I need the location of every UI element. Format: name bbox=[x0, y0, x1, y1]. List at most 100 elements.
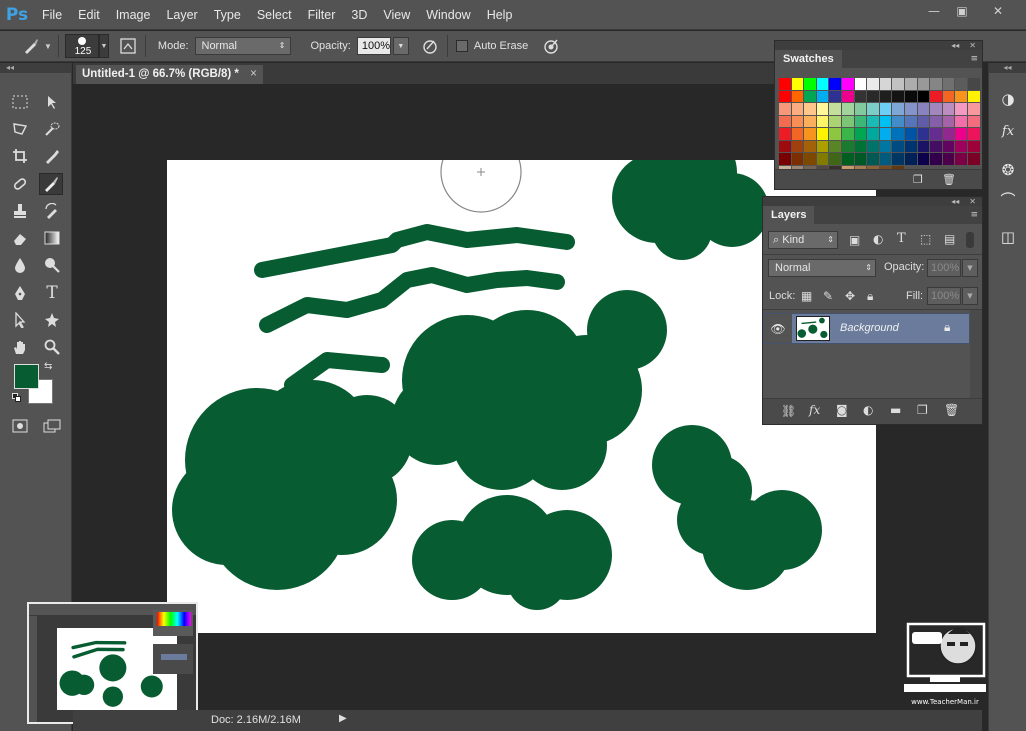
color-swatch[interactable] bbox=[867, 103, 879, 115]
color-swatch[interactable] bbox=[879, 153, 892, 165]
add-mask-icon[interactable]: ◙ bbox=[836, 403, 848, 417]
brush-panel-toggle-icon[interactable] bbox=[117, 35, 139, 57]
crop-tool-icon[interactable] bbox=[8, 145, 32, 167]
color-swatch[interactable] bbox=[791, 115, 804, 127]
color-swatch[interactable] bbox=[867, 153, 879, 165]
trash-icon[interactable]: 🗑︎ bbox=[942, 173, 956, 186]
color-swatch[interactable] bbox=[917, 128, 930, 140]
color-swatch[interactable] bbox=[967, 128, 980, 140]
menu-3d[interactable]: 3D bbox=[343, 0, 375, 30]
close-icon[interactable]: ✕ bbox=[969, 41, 976, 50]
lock-all-icon[interactable]: 🔒︎ bbox=[867, 289, 873, 304]
fill-input[interactable]: 100% bbox=[927, 287, 961, 305]
color-swatch[interactable] bbox=[930, 140, 942, 152]
auto-erase-checkbox[interactable] bbox=[455, 40, 468, 52]
color-swatch[interactable] bbox=[917, 78, 930, 90]
menu-edit[interactable]: Edit bbox=[70, 0, 108, 30]
color-swatch[interactable] bbox=[779, 90, 791, 102]
blend-mode-select[interactable]: Normal ⇕ bbox=[768, 259, 876, 277]
color-swatch[interactable] bbox=[804, 153, 816, 165]
brush-size-picker[interactable]: 125 bbox=[64, 34, 99, 58]
lock-transparent-icon[interactable]: ▦ bbox=[801, 289, 812, 303]
color-swatch[interactable] bbox=[955, 115, 967, 127]
menu-window[interactable]: Window bbox=[418, 0, 478, 30]
color-swatch[interactable] bbox=[917, 115, 930, 127]
layers-tab[interactable]: Layers bbox=[763, 206, 815, 224]
swatches-tab[interactable]: Swatches bbox=[775, 50, 842, 68]
move-tool-icon[interactable] bbox=[40, 91, 64, 113]
opacity-input[interactable]: 100% bbox=[356, 37, 391, 55]
color-swatch[interactable] bbox=[779, 153, 791, 165]
color-swatch[interactable] bbox=[791, 153, 804, 165]
marquee-tool-icon[interactable] bbox=[8, 91, 32, 113]
chevron-down-icon[interactable]: ▼ bbox=[962, 287, 978, 305]
color-swatch[interactable] bbox=[829, 115, 841, 127]
panel-menu-icon[interactable]: ≡ bbox=[970, 50, 982, 68]
color-swatch[interactable] bbox=[791, 140, 804, 152]
status-menu-arrow-icon[interactable]: ▶ bbox=[339, 713, 347, 724]
path-selection-tool-icon[interactable] bbox=[8, 309, 32, 331]
filter-toggle[interactable] bbox=[966, 232, 974, 248]
paths-icon[interactable]: ⌒ bbox=[995, 187, 1021, 211]
document-tab[interactable]: Untitled-1 @ 66.7% (RGB/8) * × bbox=[76, 65, 263, 84]
color-swatch[interactable] bbox=[816, 90, 829, 102]
pixel-filter-icon[interactable]: ▣ bbox=[849, 233, 860, 247]
color-swatch[interactable] bbox=[867, 90, 879, 102]
color-swatch[interactable] bbox=[930, 103, 942, 115]
color-swatch[interactable] bbox=[791, 103, 804, 115]
color-swatch[interactable] bbox=[917, 153, 930, 165]
color-swatch[interactable] bbox=[955, 90, 967, 102]
color-swatch[interactable] bbox=[841, 103, 854, 115]
color-swatch[interactable] bbox=[804, 140, 816, 152]
color-swatch[interactable] bbox=[904, 90, 917, 102]
brush-preset-icon[interactable] bbox=[20, 35, 42, 57]
color-swatch[interactable] bbox=[779, 140, 791, 152]
color-swatch[interactable] bbox=[829, 78, 841, 90]
color-swatch[interactable] bbox=[804, 78, 816, 90]
lasso-tool-icon[interactable] bbox=[8, 118, 32, 140]
color-swatch[interactable] bbox=[942, 153, 955, 165]
minimize-button[interactable]: — bbox=[920, 2, 948, 20]
color-swatch[interactable] bbox=[879, 128, 892, 140]
color-swatch[interactable] bbox=[816, 140, 829, 152]
folder-icon[interactable]: ▬ bbox=[890, 403, 901, 417]
lock-position-icon[interactable]: ✥ bbox=[845, 289, 855, 303]
color-swatch[interactable] bbox=[829, 140, 841, 152]
color-swatch[interactable] bbox=[841, 90, 854, 102]
color-swatch[interactable] bbox=[854, 90, 867, 102]
color-swatch[interactable] bbox=[829, 90, 841, 102]
color-swatch[interactable] bbox=[904, 140, 917, 152]
styles-fx-icon[interactable]: fx bbox=[995, 119, 1021, 143]
color-swatch[interactable] bbox=[955, 153, 967, 165]
menu-image[interactable]: Image bbox=[108, 0, 159, 30]
color-swatch[interactable] bbox=[854, 140, 867, 152]
swap-colors-icon[interactable]: ⇆ bbox=[44, 361, 52, 372]
color-swatch[interactable] bbox=[867, 128, 879, 140]
expand-icon[interactable]: ◂◂ bbox=[0, 63, 71, 73]
close-icon[interactable]: ✕ bbox=[969, 197, 976, 206]
color-swatch[interactable] bbox=[829, 153, 841, 165]
layer-item-background[interactable]: 👁︎ Background 🔒︎ bbox=[763, 313, 970, 344]
default-colors-icon[interactable] bbox=[12, 393, 22, 403]
screen-mode-icon[interactable] bbox=[40, 415, 64, 437]
layers-dock-icon[interactable]: ◫ bbox=[995, 225, 1021, 249]
color-swatch[interactable] bbox=[804, 90, 816, 102]
expand-icon[interactable]: ◂◂ bbox=[989, 63, 1026, 73]
panel-menu-icon[interactable]: ≡ bbox=[970, 206, 982, 224]
hand-tool-icon[interactable] bbox=[8, 336, 32, 358]
color-swatch[interactable] bbox=[879, 140, 892, 152]
color-swatch[interactable] bbox=[816, 153, 829, 165]
color-swatch[interactable] bbox=[942, 128, 955, 140]
history-brush-tool-icon[interactable] bbox=[40, 200, 64, 222]
clone-stamp-tool-icon[interactable] bbox=[8, 200, 32, 222]
color-swatch[interactable] bbox=[967, 78, 980, 90]
color-swatch[interactable] bbox=[816, 78, 829, 90]
color-swatch[interactable] bbox=[930, 90, 942, 102]
color-swatch[interactable] bbox=[967, 153, 980, 165]
close-icon[interactable]: × bbox=[250, 68, 257, 80]
color-swatch[interactable] bbox=[879, 78, 892, 90]
custom-shape-tool-icon[interactable] bbox=[40, 309, 64, 331]
color-swatch[interactable] bbox=[779, 128, 791, 140]
color-swatch[interactable] bbox=[779, 78, 791, 90]
quick-selection-tool-icon[interactable] bbox=[40, 118, 64, 140]
